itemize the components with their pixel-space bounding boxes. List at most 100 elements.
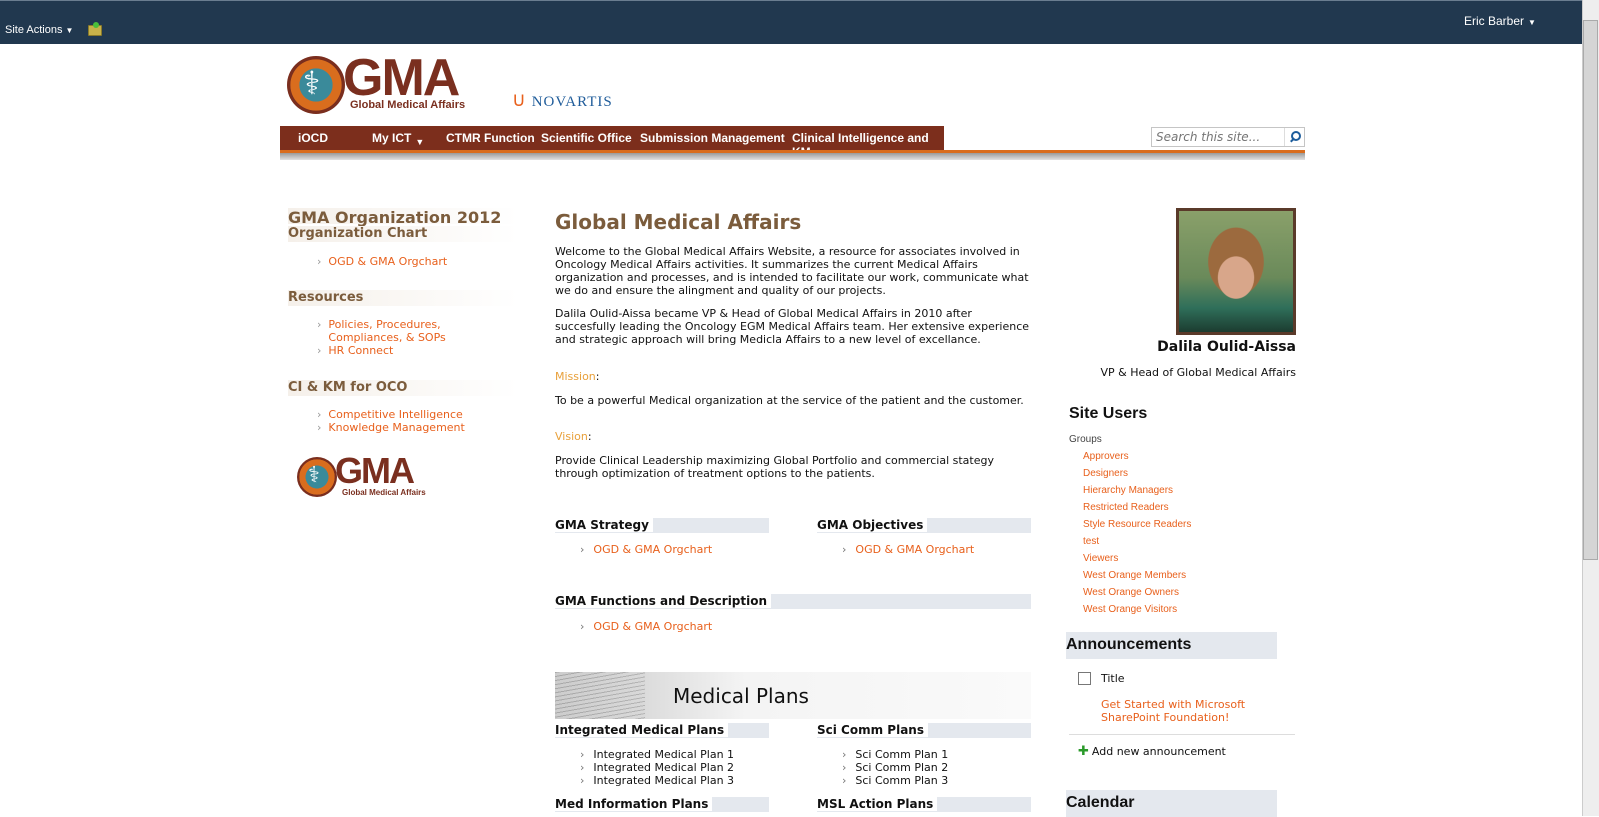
bullet-icon: ›	[317, 255, 322, 268]
imp-item[interactable]: Integrated Medical Plan 1	[593, 748, 734, 761]
bullet-icon: ›	[842, 774, 847, 787]
site-actions-menu[interactable]: Site Actions ▼	[5, 24, 73, 36]
bullet-icon: ›	[580, 748, 585, 761]
nav-item-label: My ICT	[372, 131, 412, 145]
imp-heading-text: Integrated Medical Plans	[555, 723, 729, 737]
scrollbar-thumb[interactable]	[1583, 20, 1598, 560]
banner-title: Medical Plans	[673, 684, 809, 708]
functions-orgchart-link[interactable]: OGD & GMA Orgchart	[593, 620, 712, 633]
vision-label: Vision:	[555, 430, 592, 443]
top-bar	[0, 0, 1599, 44]
navigate-up-icon[interactable]	[88, 22, 102, 36]
list-item: › OGD & GMA Orgchart	[580, 543, 712, 556]
list-item: › OGD & GMA Orgchart	[580, 620, 712, 633]
imp-heading: Integrated Medical Plans	[555, 723, 769, 738]
imp-item[interactable]: Integrated Medical Plan 2	[593, 761, 734, 774]
person-name: Dalila Oulid-Aissa	[1157, 339, 1296, 355]
group-link[interactable]: West Orange Members	[1083, 570, 1186, 581]
nav-item-iocd[interactable]: iOCD	[298, 131, 328, 145]
list-item: › Integrated Medical Plan 1	[580, 748, 734, 761]
strategy-heading: GMA Strategy	[555, 518, 769, 533]
medinfo-heading: Med Information Plans	[555, 797, 769, 812]
logo-subtitle: Global Medical Affairs	[342, 488, 426, 497]
select-all-checkbox[interactable]	[1078, 672, 1091, 685]
list-item: › Sci Comm Plan 1	[842, 748, 948, 761]
title-column-header[interactable]: Title	[1101, 672, 1125, 685]
profile-photo	[1176, 208, 1296, 335]
add-announcement-button[interactable]: ✚ Add new announcement	[1078, 744, 1226, 759]
msl-heading-text: MSL Action Plans	[817, 797, 938, 811]
medinfo-heading-text: Med Information Plans	[555, 797, 713, 811]
policies-link[interactable]: Policies, Procedures, Compliances, & SOP…	[328, 318, 458, 344]
medical-plans-banner: Medical Plans	[555, 672, 1031, 719]
group-link[interactable]: Designers	[1083, 468, 1128, 479]
nav-divider-shadow	[280, 153, 1305, 160]
logo-text: GMA	[335, 450, 415, 491]
person-role: VP & Head of Global Medical Affairs	[1100, 366, 1296, 379]
group-link[interactable]: Viewers	[1083, 553, 1118, 564]
ci-km-heading: CI & KM for OCO	[288, 380, 518, 396]
knowledge-management-link[interactable]: Knowledge Management	[328, 421, 464, 434]
group-link[interactable]: Style Resource Readers	[1083, 519, 1191, 530]
org-subtitle: Organization Chart	[288, 226, 518, 242]
hr-connect-link[interactable]: HR Connect	[328, 344, 393, 357]
announcement-link[interactable]: Get Started with Microsoft SharePoint Fo…	[1101, 698, 1281, 724]
search-icon[interactable]	[1284, 128, 1304, 146]
bullet-icon: ›	[580, 761, 585, 774]
gma-logo[interactable]: GMA Global Medical Affairs	[287, 49, 487, 116]
org-title: GMA Organization 2012	[288, 208, 518, 227]
objectives-heading: GMA Objectives	[817, 518, 1031, 533]
bullet-icon: ›	[842, 543, 847, 556]
paper-image	[555, 672, 645, 719]
bio-paragraph: Dalila Oulid-Aissa became VP & Head of G…	[555, 307, 1030, 346]
org-chart-link[interactable]: OGD & GMA Orgchart	[328, 255, 447, 268]
bullet-icon: ›	[317, 408, 322, 421]
list-item: › Sci Comm Plan 2	[842, 761, 948, 774]
logo-subtitle: Global Medical Affairs	[350, 99, 466, 111]
msl-heading: MSL Action Plans	[817, 797, 1031, 812]
nav-item-submission-management[interactable]: Submission Management	[640, 131, 785, 145]
vision-text: Provide Clinical Leadership maximizing G…	[555, 454, 994, 480]
list-item: › Integrated Medical Plan 3	[580, 774, 734, 787]
page-title: Global Medical Affairs	[555, 210, 802, 234]
group-link[interactable]: Hierarchy Managers	[1083, 485, 1173, 496]
group-link[interactable]: West Orange Owners	[1083, 587, 1179, 598]
site-actions-label: Site Actions	[5, 24, 63, 36]
scicomm-item[interactable]: Sci Comm Plan 2	[855, 761, 948, 774]
user-menu[interactable]: Eric Barber ▼	[1464, 14, 1536, 28]
bullet-icon: ›	[317, 421, 322, 434]
objectives-orgchart-link[interactable]: OGD & GMA Orgchart	[855, 543, 974, 556]
imp-item[interactable]: Integrated Medical Plan 3	[593, 774, 734, 787]
flame-icon: ᑌ	[513, 93, 526, 110]
divider	[1069, 734, 1295, 735]
nav-item-scientific-office[interactable]: Scientific Office	[541, 131, 632, 145]
bullet-icon: ›	[317, 344, 322, 357]
competitive-intelligence-link[interactable]: Competitive Intelligence	[328, 408, 462, 421]
resources-heading: Resources	[288, 290, 518, 306]
strategy-heading-text: GMA Strategy	[555, 518, 653, 532]
mission-text: To be a powerful Medical organization at…	[555, 394, 1024, 407]
top-navigation: iOCD My ICT ▼ CTMR Function Scientific Of…	[280, 126, 944, 159]
chevron-down-icon: ▼	[1528, 18, 1536, 27]
strategy-orgchart-link[interactable]: OGD & GMA Orgchart	[593, 543, 712, 556]
caduceus-icon	[297, 457, 337, 497]
site-users-heading: Site Users	[1069, 405, 1148, 422]
intro-paragraph: Welcome to the Global Medical Affairs We…	[555, 245, 1029, 297]
list-item: › Sci Comm Plan 3	[842, 774, 948, 787]
scicomm-item[interactable]: Sci Comm Plan 1	[855, 748, 948, 761]
list-item: › Integrated Medical Plan 2	[580, 761, 734, 774]
group-link[interactable]: Restricted Readers	[1083, 502, 1169, 513]
search-input[interactable]	[1152, 128, 1282, 146]
nav-item-ctmr-function[interactable]: CTMR Function	[446, 131, 535, 145]
group-link[interactable]: Approvers	[1083, 451, 1129, 462]
mission-label: Mission:	[555, 370, 600, 383]
mission-label-text: Mission	[555, 370, 596, 383]
gma-logo-small: GMA Global Medical Affairs	[297, 450, 447, 501]
list-item: › Knowledge Management	[317, 421, 465, 434]
group-link[interactable]: test	[1083, 536, 1099, 547]
list-item: › Policies, Procedures, Compliances, & SO…	[317, 318, 458, 344]
novartis-text: NOVARTIS	[531, 94, 613, 110]
nav-item-my-ict[interactable]: My ICT ▼	[372, 131, 424, 147]
group-link[interactable]: West Orange Visitors	[1083, 604, 1177, 615]
scicomm-item[interactable]: Sci Comm Plan 3	[855, 774, 948, 787]
